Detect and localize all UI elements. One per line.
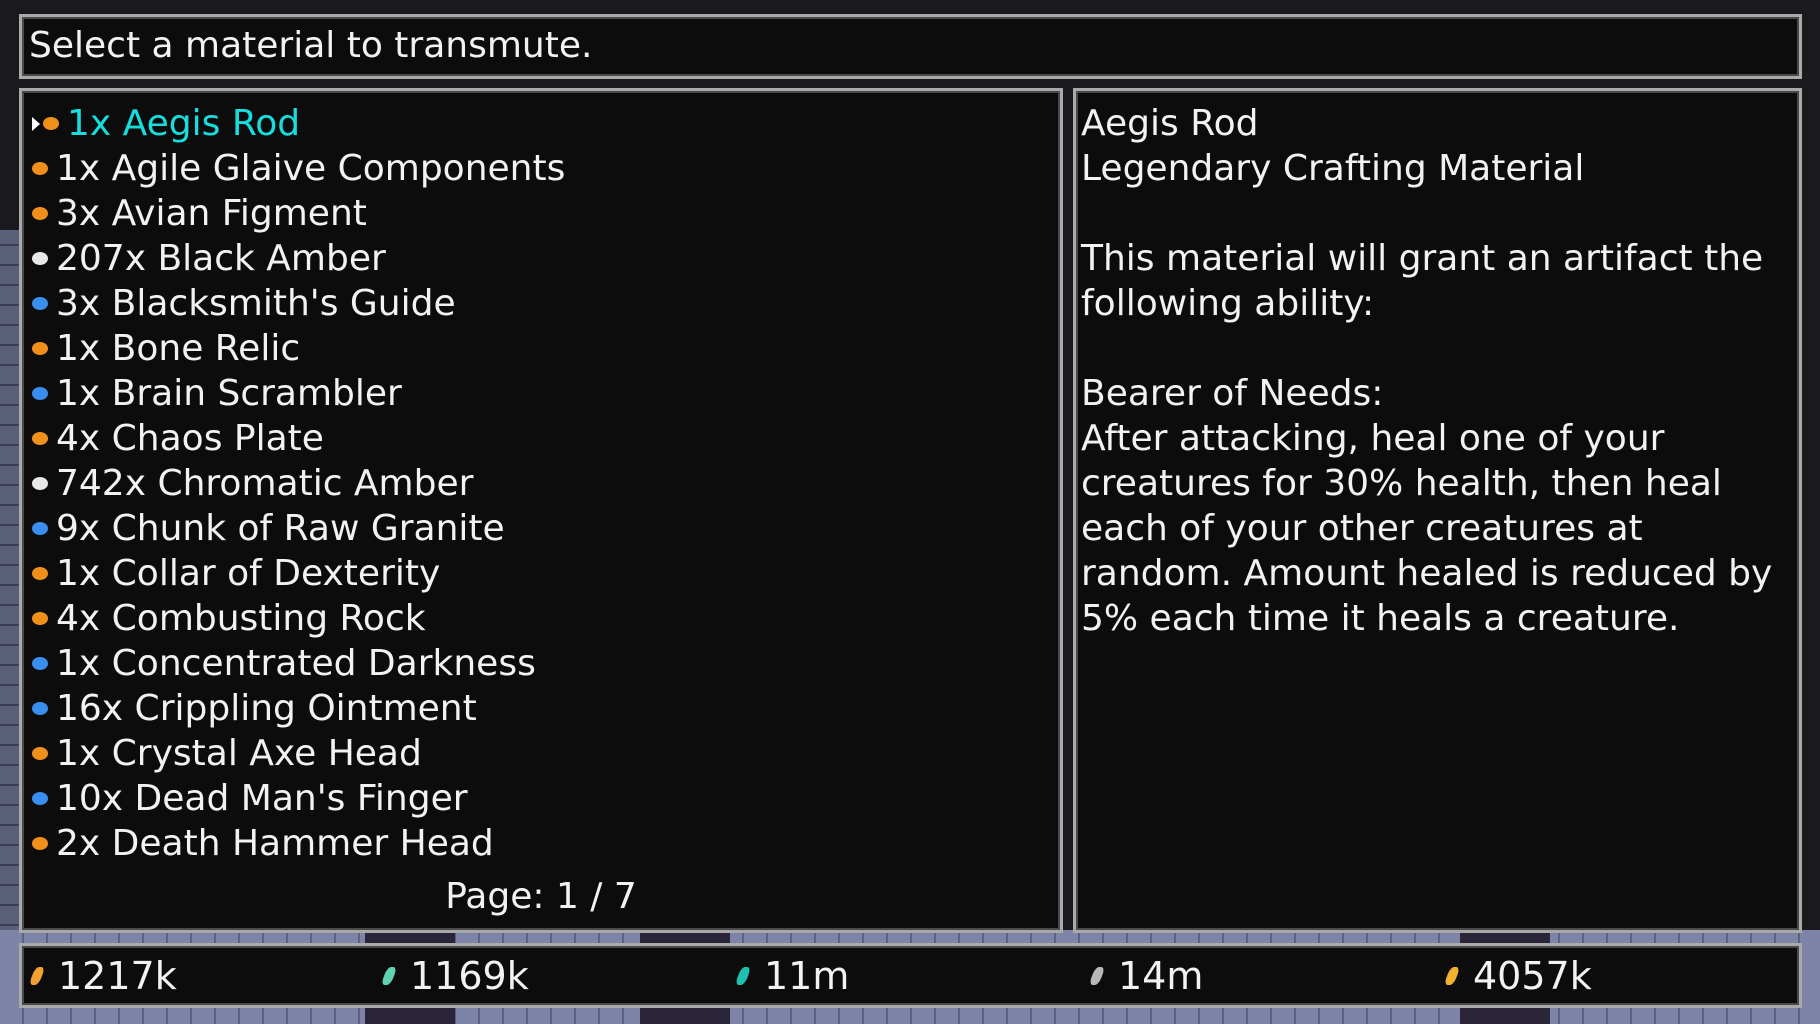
item-label: 10x Dead Man's Finger	[56, 778, 468, 819]
list-item[interactable]: 1x Crystal Axe Head	[32, 731, 422, 776]
list-item[interactable]: 1x Concentrated Darkness	[32, 641, 536, 686]
item-label: 4x Chaos Plate	[56, 418, 324, 459]
background-wall	[0, 230, 20, 1024]
resource-value: 14m	[1118, 954, 1204, 998]
item-label: 1x Concentrated Darkness	[56, 643, 536, 684]
material-gem-icon	[32, 297, 48, 310]
list-item[interactable]: 207x Black Amber	[32, 236, 386, 281]
list-item[interactable]: 10x Dead Man's Finger	[32, 776, 468, 821]
resource-teal-shard: 1169k	[380, 954, 529, 998]
list-item[interactable]: 3x Avian Figment	[32, 191, 367, 236]
list-item[interactable]: 4x Chaos Plate	[32, 416, 324, 461]
resource-stone-shard: 14m	[1088, 954, 1204, 998]
list-item[interactable]: 3x Blacksmith's Guide	[32, 281, 456, 326]
detail-line: random. Amount healed is reduced by	[1081, 553, 1773, 594]
list-item[interactable]: 742x Chromatic Amber	[32, 461, 473, 506]
material-gem-icon	[32, 387, 48, 400]
item-label: 1x Brain Scrambler	[56, 373, 402, 414]
detail-line: Legendary Crafting Material	[1081, 148, 1585, 189]
list-item[interactable]: 1x Brain Scrambler	[32, 371, 402, 416]
material-gem-icon	[32, 792, 48, 805]
detail-line: This material will grant an artifact the	[1081, 238, 1764, 279]
list-item[interactable]: 1x Agile Glaive Components	[32, 146, 565, 191]
detail-line: After attacking, heal one of your	[1081, 418, 1665, 459]
signal-icon	[1443, 967, 1461, 985]
resource-crystal-shard: 11m	[734, 954, 850, 998]
material-gem-icon	[32, 207, 48, 220]
item-label: 3x Avian Figment	[56, 193, 367, 234]
item-label: 207x Black Amber	[56, 238, 386, 279]
crystal-shard-icon	[734, 967, 752, 985]
item-label: 9x Chunk of Raw Granite	[56, 508, 505, 549]
item-label: 1x Collar of Dexterity	[56, 553, 441, 594]
resource-value: 1217k	[58, 954, 177, 998]
list-item[interactable]: 4x Combusting Rock	[32, 596, 426, 641]
teal-shard-icon	[380, 967, 398, 985]
stone-shard-icon	[1088, 967, 1106, 985]
material-gem-icon	[32, 252, 48, 265]
material-gem-icon	[32, 162, 48, 175]
item-label: 16x Crippling Ointment	[56, 688, 477, 729]
list-item[interactable]: 1x Collar of Dexterity	[32, 551, 440, 596]
material-gem-icon	[32, 837, 48, 850]
resource-value: 1169k	[410, 954, 529, 998]
material-gem-icon	[32, 567, 48, 580]
item-label: 4x Combusting Rock	[56, 598, 426, 639]
item-label: 742x Chromatic Amber	[56, 463, 474, 504]
resource-gold-shard: 1217k	[28, 954, 177, 998]
item-label: 1x Aegis Rod	[67, 103, 301, 144]
list-item[interactable]: 16x Crippling Ointment	[32, 686, 477, 731]
item-label: 1x Crystal Axe Head	[56, 733, 422, 774]
detail-line: Aegis Rod	[1081, 103, 1259, 144]
material-detail: Aegis Rod Legendary Crafting Material This…	[1073, 88, 1802, 933]
item-label: 2x Death Hammer Head	[56, 823, 494, 864]
material-gem-icon	[32, 657, 48, 670]
page-indicator[interactable]: Page: 1 / 7	[22, 876, 1060, 917]
material-gem-icon	[32, 522, 48, 535]
resource-signal: 4057k	[1443, 954, 1592, 998]
material-gem-icon	[32, 342, 48, 355]
detail-line: Bearer of Needs:	[1081, 373, 1384, 414]
material-list: 1x Aegis Rod 1x Agile Glaive Components 3x…	[19, 88, 1063, 933]
cursor-icon	[32, 116, 40, 131]
item-label: 1x Agile Glaive Components	[56, 148, 566, 189]
list-item[interactable]: 1x Aegis Rod	[32, 101, 300, 146]
material-gem-icon	[32, 747, 48, 760]
material-gem-icon	[32, 612, 48, 625]
resource-bar: 1217k 1169k 11m 14m 4057k	[19, 943, 1802, 1008]
material-gem-icon	[43, 117, 59, 130]
item-label: 1x Bone Relic	[56, 328, 301, 369]
item-label: 3x Blacksmith's Guide	[56, 283, 456, 324]
list-item[interactable]: 2x Death Hammer Head	[32, 821, 494, 866]
prompt-text: Select a material to transmute.	[29, 25, 593, 66]
list-item[interactable]: 1x Bone Relic	[32, 326, 300, 371]
material-gem-icon	[32, 432, 48, 445]
detail-line: creatures for 30% health, then heal	[1081, 463, 1722, 504]
list-item[interactable]: 9x Chunk of Raw Granite	[32, 506, 505, 551]
detail-line: following ability:	[1081, 283, 1375, 324]
material-gem-icon	[32, 477, 48, 490]
gold-shard-icon	[28, 967, 46, 985]
detail-line: each of your other creatures at	[1081, 508, 1643, 549]
resource-value: 11m	[764, 954, 850, 998]
prompt-bar: Select a material to transmute.	[19, 14, 1802, 79]
material-gem-icon	[32, 702, 48, 715]
detail-line: 5% each time it heals a creature.	[1081, 598, 1680, 639]
resource-value: 4057k	[1473, 954, 1592, 998]
